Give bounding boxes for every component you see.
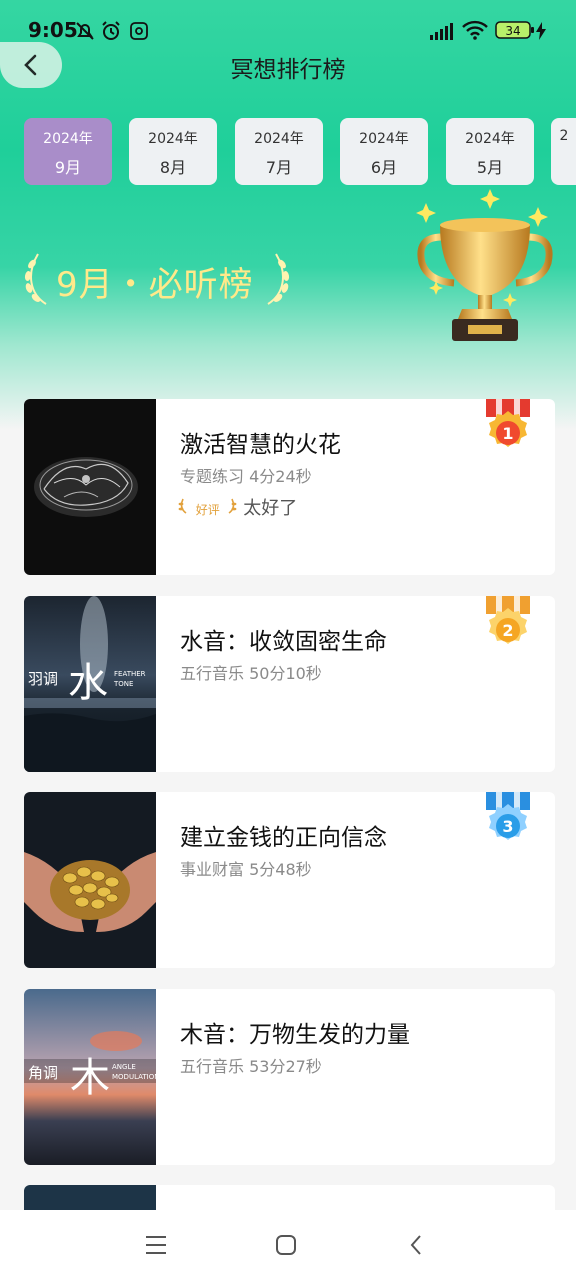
list-item[interactable]: 角调 木 ANGLE MODULATION 木音：万物生发的力量 五行音乐 53… — [24, 989, 555, 1165]
item-subtitle: 五行音乐 53分27秒 — [180, 1057, 322, 1076]
wheat-right-icon — [228, 498, 237, 514]
back-nav-icon[interactable] — [408, 1234, 424, 1256]
menu-nav-icon[interactable] — [144, 1234, 168, 1256]
svg-text:ANGLE: ANGLE — [112, 1063, 136, 1071]
review-row: 好评 太好了 — [178, 494, 298, 519]
rank-medal-1-icon: 1 — [486, 399, 530, 447]
system-nav-bar — [0, 1210, 576, 1280]
item-subtitle: 事业财富 5分48秒 — [180, 860, 312, 879]
svg-text:FEATHER: FEATHER — [114, 670, 146, 678]
page-title: 冥想排行榜 — [230, 57, 346, 83]
svg-text:2: 2 — [502, 621, 513, 640]
item-title: 木音：万物生发的力量 — [180, 1022, 410, 1048]
svg-text:水: 水 — [68, 660, 108, 706]
svg-text:TONE: TONE — [113, 680, 133, 688]
list-item[interactable]: 建立金钱的正向信念 事业财富 5分48秒 3 — [24, 792, 555, 968]
tab-2024-09[interactable]: 2024年 9月 — [24, 118, 112, 185]
svg-text:羽调: 羽调 — [28, 670, 58, 688]
wifi-icon — [462, 20, 488, 44]
rank-medal-2-icon: 2 — [486, 596, 530, 644]
trophy-icon — [416, 189, 553, 341]
list-item[interactable]: 羽调 水 FEATHER TONE 水音：收敛固密生命 五行音乐 50分10秒 … — [24, 596, 555, 772]
list-item[interactable]: 激活智慧的火花 专题练习 4分24秒 好评 太好了 1 — [24, 399, 555, 575]
signal-icon — [430, 22, 456, 44]
item-title: 水音：收敛固密生命 — [180, 629, 387, 655]
tab-2024-07[interactable]: 2024年 7月 — [235, 118, 323, 185]
item-title: 激活智慧的火花 — [180, 432, 341, 458]
home-nav-icon[interactable] — [275, 1234, 297, 1256]
item-subtitle: 专题练习 4分24秒 — [180, 467, 312, 486]
svg-text:3: 3 — [502, 817, 513, 836]
cover-gold-hands-image — [24, 792, 156, 968]
cover-brain-image — [24, 399, 156, 575]
item-title: 建立金钱的正向信念 — [180, 825, 387, 851]
svg-text:木: 木 — [70, 1055, 110, 1101]
tab-2024-08[interactable]: 2024年 8月 — [129, 118, 217, 185]
settings-icon — [128, 20, 150, 46]
tab-partial[interactable]: 2 — [551, 118, 576, 185]
banner-text: 9月・必听榜 — [56, 265, 254, 305]
alarm-icon — [100, 20, 122, 46]
mute-bell-icon — [74, 20, 96, 46]
battery-icon: 34 — [495, 21, 535, 43]
svg-text:1: 1 — [502, 424, 513, 443]
laurel-left-icon — [24, 253, 47, 305]
review-text: 太好了 — [243, 498, 298, 519]
status-time: 9:05 — [28, 18, 78, 42]
rank-medal-3-icon: 3 — [486, 792, 530, 840]
banner-title: 9月・必听榜 — [22, 248, 294, 308]
svg-text:角调: 角调 — [28, 1064, 58, 1082]
cover-wood-image: 角调 木 ANGLE MODULATION — [24, 989, 156, 1165]
laurel-right-icon — [267, 253, 290, 305]
charging-icon — [535, 22, 547, 44]
svg-text:MODULATION: MODULATION — [112, 1073, 156, 1081]
month-tabs: 2024年 9月 2024年 8月 2024年 7月 2024年 6月 2024年 5月 … — [24, 118, 576, 186]
tab-2024-06[interactable]: 2024年 6月 — [340, 118, 428, 185]
wheat-left-icon — [178, 498, 187, 514]
item-subtitle: 五行音乐 50分10秒 — [180, 664, 322, 683]
svg-text:34: 34 — [505, 24, 520, 38]
review-tag: 好评 — [195, 503, 220, 517]
cover-water-image: 羽调 水 FEATHER TONE — [24, 596, 156, 772]
